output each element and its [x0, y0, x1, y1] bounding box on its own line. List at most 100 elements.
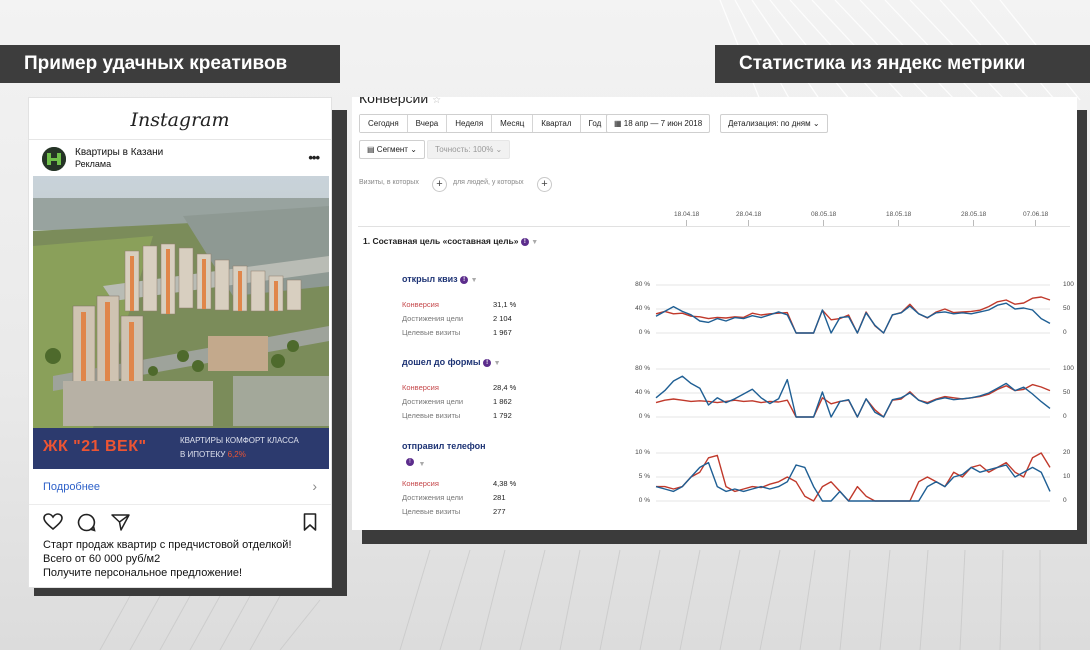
share-icon[interactable]: [111, 513, 130, 531]
bookmark-icon[interactable]: [303, 513, 317, 531]
instagram-post-card: Instagram Квартиры в Казани Реклама •••: [28, 97, 332, 588]
chevron-down-icon: ⌄: [410, 145, 417, 154]
date-tick: 18.04.18: [674, 211, 700, 218]
banner-line2-text: В ИПОТЕКУ: [180, 450, 226, 459]
conversion-value: 28,4 %: [493, 383, 517, 392]
banner-title: ЖК "21 ВЕК": [43, 438, 147, 455]
accuracy-dropdown[interactable]: Точность: 100% ⌄: [427, 140, 511, 159]
goal-name-text: дошел до формы: [402, 357, 481, 367]
chart-quiz: [655, 284, 1051, 334]
calendar-icon: ▦: [614, 119, 622, 128]
period-quarter-button[interactable]: Квартал: [533, 115, 581, 132]
visits-value: 1 792: [493, 411, 512, 420]
conversion-label: Конверсия: [402, 479, 439, 488]
visits-value: 277: [493, 507, 506, 516]
y-right-tick: 0: [1063, 329, 1067, 336]
goal-name-form[interactable]: дошел до формы ! ▼: [402, 357, 501, 367]
reaches-label: Достижения цели: [402, 397, 464, 406]
residential-complex-render: [33, 176, 329, 469]
post-caption: Старт продаж квартир с предчистовой отде…: [29, 538, 331, 580]
date-range-text: 18 апр — 7 июн 2018: [623, 119, 703, 128]
reaches-value: 281: [493, 493, 506, 502]
star-icon[interactable]: ☆: [432, 97, 441, 106]
post-image: ЖК "21 ВЕК" КВАРТИРЫ КОМФОРТ КЛАССА В ИП…: [33, 176, 329, 469]
chevron-down-icon: ⌄: [495, 145, 503, 154]
goal-name-text: отправил телефон: [402, 441, 486, 451]
y-right-tick: 50: [1063, 305, 1071, 312]
account-name[interactable]: Квартиры в Казани: [75, 147, 163, 158]
date-tick: 28.04.18: [736, 211, 762, 218]
learn-more-row[interactable]: Подробнее ›: [29, 469, 331, 505]
conversion-label: Конверсия: [402, 300, 439, 309]
date-tick: 07.06.18: [1023, 211, 1049, 218]
period-month-button[interactable]: Месяц: [492, 115, 534, 132]
chart-phone: [655, 452, 1051, 502]
info-icon[interactable]: !: [520, 237, 529, 246]
info-icon[interactable]: !: [483, 358, 492, 367]
filter-icon[interactable]: ▼: [494, 360, 501, 367]
visits-series-line: [655, 461, 1051, 502]
caption-line: Получите персональное предложение!: [43, 567, 243, 579]
post-actions: [29, 505, 331, 538]
detail-text: Детализация: по дням: [728, 119, 811, 128]
y-right-tick: 10: [1063, 473, 1071, 480]
metrika-report-panel: Конверсии ☆ Сегодня Вчера Неделя Месяц Кв…: [352, 97, 1077, 530]
filter-icon[interactable]: ▼: [471, 277, 478, 284]
period-week-button[interactable]: Неделя: [447, 115, 493, 132]
chevron-right-icon[interactable]: ›: [312, 478, 317, 494]
promo-banner: ЖК "21 ВЕК" КВАРТИРЫ КОМФОРТ КЛАССА В ИП…: [33, 428, 329, 469]
info-icon[interactable]: !: [460, 275, 469, 284]
conversion-value: 31,1 %: [493, 300, 517, 309]
banner-rate: 6,2%: [227, 450, 246, 459]
goal-name-phone[interactable]: отправил телефон: [402, 441, 486, 451]
banner-line1: КВАРТИРЫ КОМФОРТ КЛАССА: [180, 436, 299, 445]
reaches-label: Достижения цели: [402, 493, 464, 502]
chevron-down-icon: ⌄: [812, 119, 820, 128]
avatar[interactable]: [42, 147, 66, 171]
segment-dropdown[interactable]: ▤ Сегмент ⌄: [359, 140, 425, 159]
y-right-tick: 0: [1063, 413, 1067, 420]
goal-icons: ! ▼: [406, 453, 425, 471]
goal-title-text: 1. Составная цель «составная цель»: [363, 236, 519, 246]
reaches-value: 2 104: [493, 314, 512, 323]
period-year-button[interactable]: Год: [580, 115, 610, 132]
learn-more-link[interactable]: Подробнее: [43, 481, 100, 493]
visits-label: Целевые визиты: [402, 411, 461, 420]
add-user-filter-button[interactable]: +: [537, 177, 552, 192]
info-icon[interactable]: !: [406, 457, 414, 466]
segment-text: Сегмент: [376, 145, 408, 154]
report-title-text: Конверсии: [359, 97, 429, 106]
accuracy-text: Точность: 100%: [435, 145, 494, 154]
visits-value: 1 967: [493, 328, 512, 337]
filter-people-label: для людей, у которых: [453, 179, 524, 186]
building-logo-icon: [42, 147, 66, 171]
filter-visits-label: Визиты, в которых: [359, 179, 419, 186]
period-today-button[interactable]: Сегодня: [360, 115, 408, 132]
period-selector: Сегодня Вчера Неделя Месяц Квартал Год: [359, 114, 611, 133]
date-tick: 28.05.18: [961, 211, 987, 218]
timeline-axis: [358, 226, 1070, 227]
goal-name-text: открыл квиз: [402, 274, 458, 284]
heart-icon[interactable]: [43, 513, 63, 531]
date-range-button[interactable]: ▦ 18 апр — 7 июн 2018: [606, 114, 711, 133]
left-heading: Пример удачных креативов: [0, 45, 340, 83]
period-yesterday-button[interactable]: Вчера: [407, 115, 448, 132]
detail-dropdown[interactable]: Детализация: по дням ⌄: [720, 114, 828, 133]
filter-icon[interactable]: ▼: [418, 461, 425, 468]
date-tick: 18.05.18: [886, 211, 912, 218]
y-right-tick: 100: [1063, 281, 1074, 288]
right-heading: Статистика из яндекс метрики: [715, 45, 1090, 83]
banner-line2: В ИПОТЕКУ 6,2%: [180, 450, 246, 459]
goal-title[interactable]: 1. Составная цель «составная цель» ! ▼: [363, 236, 538, 246]
y-right-tick: 100: [1063, 365, 1074, 372]
conversion-value: 4,38 %: [493, 479, 517, 488]
more-icon[interactable]: •••: [308, 150, 320, 165]
sponsored-label: Реклама: [75, 159, 112, 169]
goal-name-quiz[interactable]: открыл квиз ! ▼: [402, 274, 478, 284]
conversion-series-line: [655, 296, 1051, 334]
caption-line: Старт продаж квартир с предчистовой отде…: [43, 539, 292, 551]
filter-icon[interactable]: ▼: [531, 239, 538, 246]
reaches-value: 1 862: [493, 397, 512, 406]
add-visit-filter-button[interactable]: +: [432, 177, 447, 192]
comment-icon[interactable]: [77, 513, 96, 532]
